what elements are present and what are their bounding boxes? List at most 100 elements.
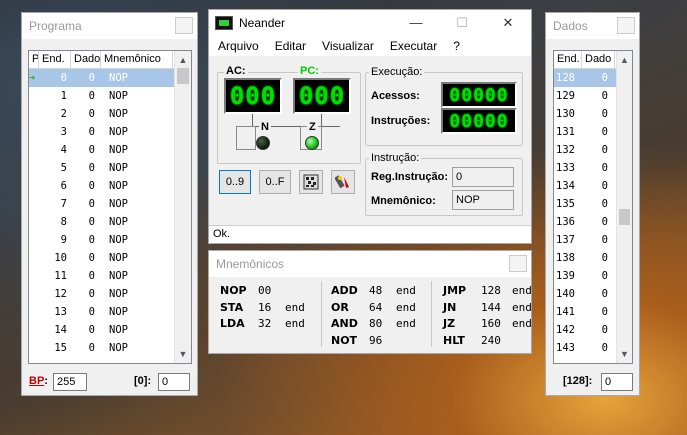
mnemonic-code: 144 bbox=[481, 300, 501, 314]
tools-icon-button[interactable] bbox=[331, 170, 355, 194]
decimal-button[interactable]: 0..9 bbox=[219, 170, 251, 194]
table-row[interactable]: 14 0 NOP bbox=[29, 321, 191, 339]
table-row[interactable]: ➔ 0 0 NOP bbox=[29, 69, 191, 87]
cell-dado: 0 bbox=[601, 126, 608, 138]
cell-dado: 0 bbox=[88, 306, 95, 318]
table-row[interactable]: 1 0 NOP bbox=[29, 87, 191, 105]
scroll-down-icon[interactable]: ▼ bbox=[617, 346, 632, 362]
programa-titlebar[interactable]: Programa bbox=[22, 13, 197, 39]
table-row[interactable]: 2 0 NOP bbox=[29, 105, 191, 123]
dados-addr-input[interactable]: 0 bbox=[601, 373, 633, 391]
dados-close-button[interactable] bbox=[617, 17, 635, 34]
instrucao-label: Instrução: bbox=[369, 152, 422, 164]
cell-end: 13 bbox=[54, 306, 67, 318]
pointer-arrow-icon bbox=[29, 141, 39, 159]
cell-end: 11 bbox=[54, 270, 67, 282]
table-row[interactable]: 11 0 NOP bbox=[29, 267, 191, 285]
pointer-arrow-icon bbox=[29, 105, 39, 123]
hex-button[interactable]: 0..F bbox=[259, 170, 291, 194]
menu-editar[interactable]: Editar bbox=[266, 39, 313, 53]
menu-arquivo[interactable]: Arquivo bbox=[209, 39, 266, 53]
programa-list[interactable]: P End. Dado Mnemônico ➔ 0 0 NOP 1 0 NOP 2 0 NOP 3 0… bbox=[28, 50, 192, 364]
table-row[interactable]: 3 0 NOP bbox=[29, 123, 191, 141]
cell-dado: 0 bbox=[88, 162, 95, 174]
pointer-arrow-icon bbox=[29, 195, 39, 213]
cell-end: 133 bbox=[556, 162, 575, 174]
programa-window: Programa P End. Dado Mnemônico ➔ 0 0 NOP 1 0 N… bbox=[21, 12, 198, 396]
mnemonico-field[interactable]: NOP bbox=[452, 190, 514, 210]
table-row[interactable]: 4 0 NOP bbox=[29, 141, 191, 159]
scroll-up-icon[interactable]: ▲ bbox=[175, 52, 191, 68]
instrucoes-display: 00000 bbox=[441, 108, 517, 134]
menu-executar[interactable]: Executar bbox=[381, 39, 444, 53]
n-flag-box bbox=[236, 126, 256, 150]
mnemonic-name: STA bbox=[220, 300, 244, 314]
mnemonic-name: OR bbox=[331, 300, 349, 314]
cell-end: 139 bbox=[556, 270, 575, 282]
cell-mnemonico: NOP bbox=[109, 306, 128, 318]
cell-dado: 0 bbox=[88, 270, 95, 282]
pointer-arrow-icon bbox=[29, 249, 39, 267]
neander-titlebar[interactable]: Neander — ☐ ✕ bbox=[209, 10, 531, 36]
col-header-end[interactable]: End. bbox=[39, 51, 71, 68]
cell-mnemonico: NOP bbox=[109, 216, 128, 228]
programa-header: P End. Dado Mnemônico bbox=[29, 51, 191, 69]
cell-end: 14 bbox=[54, 324, 67, 336]
menu-help[interactable]: ? bbox=[444, 39, 467, 53]
cell-dado: 0 bbox=[601, 306, 608, 318]
col-header-dado[interactable]: Dado bbox=[582, 51, 615, 68]
cell-mnemonico: NOP bbox=[109, 72, 128, 84]
table-row[interactable]: 5 0 NOP bbox=[29, 159, 191, 177]
table-row[interactable]: 13 0 NOP bbox=[29, 303, 191, 321]
mnemonicos-titlebar[interactable]: Mnemônicos bbox=[209, 251, 531, 277]
reg-instrucao-field[interactable]: 0 bbox=[452, 167, 514, 187]
programa-addr-input[interactable]: 0 bbox=[158, 373, 190, 391]
programa-scrollbar[interactable]: ▲ ▼ bbox=[174, 51, 191, 363]
close-button[interactable]: ✕ bbox=[485, 10, 531, 36]
table-row[interactable]: 15 0 NOP bbox=[29, 339, 191, 357]
programa-close-button[interactable] bbox=[175, 17, 193, 34]
minimize-button[interactable]: — bbox=[393, 10, 439, 36]
table-row[interactable]: 7 0 NOP bbox=[29, 195, 191, 213]
table-row[interactable]: 12 0 NOP bbox=[29, 285, 191, 303]
scroll-thumb[interactable] bbox=[619, 209, 630, 225]
mnemonic-operand: end bbox=[396, 317, 416, 330]
cell-end: 132 bbox=[556, 144, 575, 156]
maximize-button[interactable]: ☐ bbox=[439, 10, 485, 36]
mnemonic-name: NOT bbox=[331, 333, 358, 347]
table-row[interactable]: 6 0 NOP bbox=[29, 177, 191, 195]
mnemonic-name: ADD bbox=[331, 284, 358, 297]
pointer-arrow-icon bbox=[29, 87, 39, 105]
col-header-dado[interactable]: Dado bbox=[71, 51, 101, 68]
scroll-down-icon[interactable]: ▼ bbox=[175, 346, 191, 362]
menubar: Arquivo Editar Visualizar Executar ? bbox=[209, 36, 531, 56]
scroll-up-icon[interactable]: ▲ bbox=[617, 52, 632, 68]
mnemonic-name: JN bbox=[443, 300, 457, 314]
mnemonic-operand: end bbox=[512, 284, 532, 297]
dados-scrollbar[interactable]: ▲ ▼ bbox=[616, 51, 632, 363]
col-header-p[interactable]: P bbox=[29, 51, 39, 68]
mnemonicos-close-button[interactable] bbox=[509, 255, 527, 272]
mnemonic-operand: end bbox=[396, 284, 416, 297]
scroll-thumb[interactable] bbox=[177, 68, 189, 84]
cell-end: 129 bbox=[556, 90, 575, 102]
mnemonic-code: 240 bbox=[481, 333, 501, 347]
cell-dado: 0 bbox=[88, 216, 95, 228]
table-row[interactable]: 9 0 NOP bbox=[29, 231, 191, 249]
cell-end: 2 bbox=[60, 108, 67, 120]
cell-mnemonico: NOP bbox=[109, 252, 128, 264]
memory-icon-button[interactable] bbox=[299, 170, 323, 194]
dados-list[interactable]: End. Dado 128 0 129 0 130 0 131 0 132 0 133 0 134 0 13… bbox=[553, 50, 633, 364]
cell-dado: 0 bbox=[88, 126, 95, 138]
cell-dado: 0 bbox=[601, 288, 608, 300]
mnemonic-name: AND bbox=[331, 317, 358, 330]
col-header-mnemonico[interactable]: Mnemônico bbox=[101, 51, 173, 68]
table-row[interactable]: 10 0 NOP bbox=[29, 249, 191, 267]
cell-end: 131 bbox=[556, 126, 575, 138]
dados-titlebar[interactable]: Dados bbox=[546, 13, 639, 39]
column-divider bbox=[321, 281, 322, 347]
col-header-end[interactable]: End. bbox=[554, 51, 582, 68]
menu-visualizar[interactable]: Visualizar bbox=[313, 39, 381, 53]
bp-input[interactable]: 255 bbox=[53, 373, 87, 391]
table-row[interactable]: 8 0 NOP bbox=[29, 213, 191, 231]
